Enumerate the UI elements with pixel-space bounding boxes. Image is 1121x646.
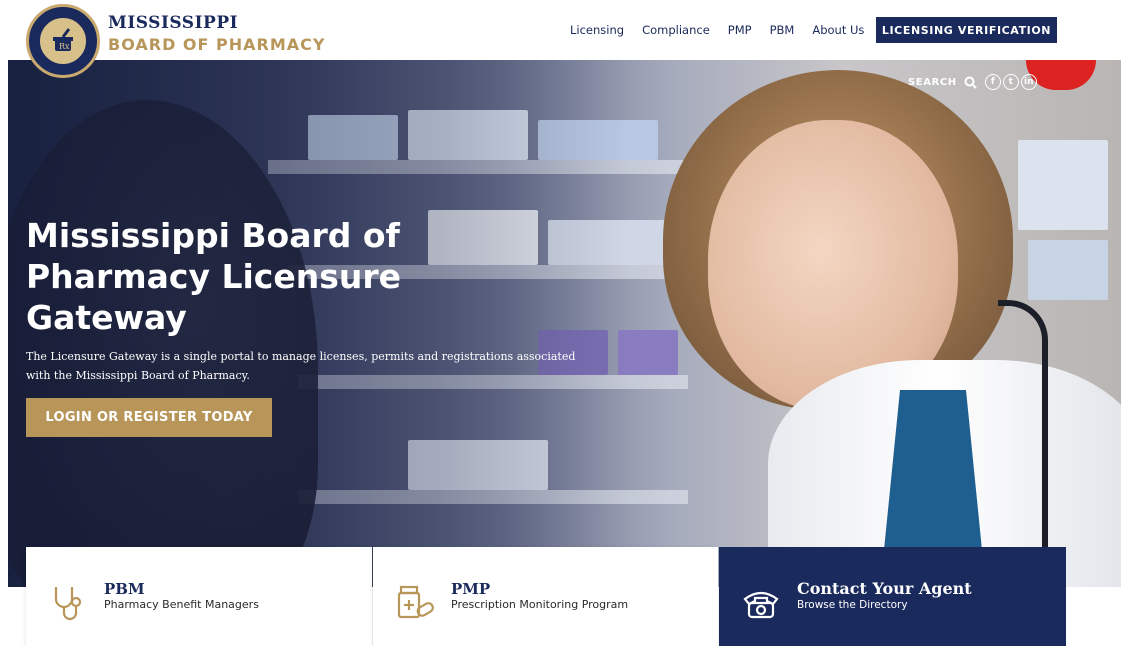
twitter-icon[interactable]: t bbox=[1002, 74, 1019, 90]
pill-bottle-icon bbox=[397, 585, 434, 619]
svg-text:Rx: Rx bbox=[59, 42, 70, 51]
pbm-card[interactable]: PBM Pharmacy Benefit Managers bbox=[26, 547, 372, 646]
nav-pbm[interactable]: PBM bbox=[770, 23, 795, 37]
board-seal-logo[interactable]: Rx bbox=[26, 4, 100, 78]
hero-subtitle: The Licensure Gateway is a single portal… bbox=[26, 350, 576, 382]
linkedin-icon[interactable]: in bbox=[1020, 74, 1037, 90]
pbm-card-title: PBM bbox=[104, 580, 145, 598]
licensing-verification-button[interactable]: LICENSING VERIFICATION bbox=[876, 17, 1057, 43]
brand-name-line2[interactable]: BOARD OF PHARMACY bbox=[108, 35, 325, 54]
main-nav: Licensing Compliance PMP PBM About Us bbox=[570, 18, 882, 42]
nav-about-us[interactable]: About Us bbox=[812, 23, 864, 37]
facebook-icon[interactable]: f bbox=[984, 74, 1001, 90]
telephone-icon bbox=[743, 591, 779, 619]
utility-bar: SEARCH f t in bbox=[908, 73, 1037, 91]
nav-compliance[interactable]: Compliance bbox=[642, 23, 710, 37]
stethoscope-decoration bbox=[998, 300, 1048, 587]
stethoscope-icon bbox=[54, 587, 82, 621]
hero-title: Mississippi Board of Pharmacy Licensure … bbox=[26, 216, 402, 337]
contact-card-title: Contact Your Agent bbox=[797, 579, 972, 598]
pbm-card-subtitle: Pharmacy Benefit Managers bbox=[104, 598, 259, 611]
brand-name-line1[interactable]: MISSISSIPPI bbox=[108, 13, 238, 33]
pmp-card-subtitle: Prescription Monitoring Program bbox=[451, 598, 629, 611]
contact-card-subtitle: Browse the Directory bbox=[797, 599, 908, 611]
nav-licensing[interactable]: Licensing bbox=[570, 23, 624, 37]
login-register-button[interactable]: LOGIN OR REGISTER TODAY bbox=[26, 398, 272, 437]
product-decoration bbox=[1028, 240, 1108, 300]
product-decoration bbox=[1018, 140, 1108, 230]
search-icon[interactable] bbox=[962, 73, 980, 91]
search-link[interactable]: SEARCH bbox=[908, 77, 957, 88]
pmp-card-title: PMP bbox=[451, 580, 491, 598]
pmp-card[interactable]: PMP Prescription Monitoring Program bbox=[373, 547, 718, 646]
mortar-pestle-icon: Rx bbox=[38, 16, 88, 66]
site-header: Rx MISSISSIPPI BOARD OF PHARMACY Licensi… bbox=[0, 0, 1121, 78]
contact-agent-card[interactable]: Contact Your Agent Browse the Directory bbox=[719, 547, 1066, 646]
nav-pmp[interactable]: PMP bbox=[728, 23, 752, 37]
